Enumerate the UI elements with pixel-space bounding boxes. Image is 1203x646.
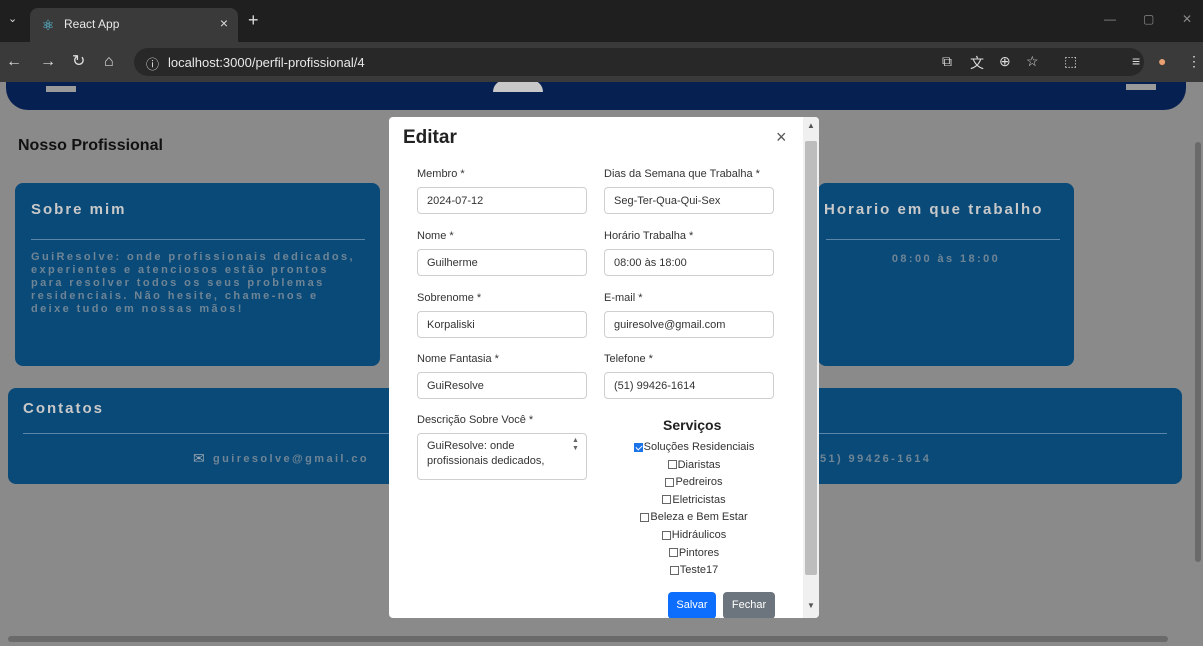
service-checkbox-item[interactable]: Hidráulicos — [661, 529, 727, 541]
close-icon[interactable]: × — [776, 127, 787, 148]
react-icon: ⚛ — [41, 17, 55, 33]
service-checkbox-item[interactable]: Soluções Residenciais — [633, 441, 755, 453]
services-title: Serviços — [663, 417, 722, 433]
contacts-title: Contatos — [23, 400, 104, 417]
reading-list-icon[interactable]: ≡ — [1132, 53, 1140, 69]
back-icon[interactable]: ← — [6, 53, 22, 71]
schedule-title: Horario em que trabalho — [824, 201, 1044, 218]
new-tab-icon[interactable]: + — [248, 10, 259, 31]
checkbox[interactable] — [665, 477, 675, 487]
page-scrollbar-horizontal[interactable] — [0, 632, 1203, 646]
scrollbar-thumb[interactable] — [805, 141, 817, 575]
telefone-field[interactable]: (51) 99426-1614 — [604, 372, 774, 399]
mail-icon: ✉ — [193, 450, 205, 466]
fantasia-label: Nome Fantasia * — [417, 353, 499, 365]
service-label: Pintores — [678, 546, 720, 559]
checkbox[interactable] — [662, 495, 672, 505]
save-button[interactable]: Salvar — [668, 592, 716, 618]
membro-label: Membro * — [417, 168, 465, 180]
horario-label: Horário Trabalha * — [604, 230, 694, 242]
descricao-textarea[interactable]: GuiResolve: onde profissionais dedicados… — [417, 433, 587, 480]
scroll-up-icon[interactable]: ▲ — [807, 121, 815, 130]
service-checkbox-item[interactable]: Pedreiros — [665, 476, 723, 489]
modal-title: Editar — [403, 127, 457, 148]
sobrenome-label: Sobrenome * — [417, 292, 482, 304]
checkbox[interactable] — [668, 548, 678, 558]
scroll-down-icon[interactable]: ▼ — [807, 601, 815, 610]
url-text[interactable]: localhost:3000/perfil-profissional/4 — [168, 55, 365, 70]
menu-icon — [1126, 84, 1156, 90]
divider — [31, 239, 365, 240]
restore-icon[interactable]: ▢ — [1143, 12, 1154, 26]
logo — [493, 82, 543, 92]
close-tab-icon[interactable]: × — [220, 15, 228, 31]
horario-field[interactable]: 08:00 às 18:00 — [604, 249, 774, 276]
checkbox[interactable] — [633, 442, 643, 452]
divider — [826, 239, 1060, 240]
email-field[interactable]: guiresolve@gmail.com — [604, 311, 774, 338]
minimize-icon[interactable]: — — [1104, 12, 1116, 26]
schedule-hours: 08:00 às 18:00 — [891, 253, 1001, 265]
modal-scrollbar[interactable]: ▲ ▼ — [803, 117, 819, 618]
fantasia-field[interactable]: GuiResolve — [417, 372, 587, 399]
page-header-banner — [6, 82, 1186, 110]
telefone-label: Telefone * — [604, 353, 653, 365]
checkbox[interactable] — [661, 530, 671, 540]
checkbox[interactable] — [640, 512, 650, 522]
schedule-card: Horario em que trabalho 08:00 às 18:00 — [818, 183, 1074, 366]
service-label: Eletricistas — [672, 493, 726, 506]
zoom-icon[interactable]: ⊕ — [999, 53, 1011, 70]
browser-tab[interactable]: ⚛ React App × — [30, 8, 238, 42]
address-bar[interactable]: ⓘ localhost:3000/perfil-profissional/4 — [134, 48, 1144, 76]
nome-label: Nome * — [417, 230, 454, 242]
browser-tabbar: ⌄ ⚛ React App × + — ▢ ✕ — [0, 0, 1203, 42]
descricao-label: Descrição Sobre Você * — [417, 414, 534, 426]
extensions-icon[interactable]: ⬚ — [1064, 53, 1077, 70]
email-label: E-mail * — [604, 292, 643, 304]
window-close-icon[interactable]: ✕ — [1182, 12, 1192, 26]
edit-modal: Editar × Membro * 2024-07-12 Dias da Sem… — [389, 117, 819, 618]
reload-icon[interactable]: ↻ — [72, 53, 85, 71]
site-info-icon[interactable]: ⓘ — [146, 54, 159, 73]
home-icon[interactable]: ⌂ — [104, 53, 114, 71]
service-checkbox-item[interactable]: Teste17 — [669, 564, 719, 577]
dias-field[interactable]: Seg-Ter-Qua-Qui-Sex — [604, 187, 774, 214]
about-text: GuiResolve: onde profissionais dedicados… — [31, 251, 355, 315]
checkbox[interactable] — [669, 565, 679, 575]
menu-icon[interactable]: ⋮ — [1187, 53, 1201, 70]
service-label: Diaristas — [677, 458, 721, 471]
tab-title: React App — [64, 17, 120, 31]
scrollbar-thumb[interactable] — [1195, 142, 1201, 562]
checkbox[interactable] — [667, 460, 677, 470]
service-label: Teste17 — [679, 564, 719, 577]
close-button[interactable]: Fechar — [723, 592, 775, 618]
page-scrollbar-vertical[interactable] — [1193, 82, 1203, 632]
membro-field[interactable]: 2024-07-12 — [417, 187, 587, 214]
dias-label: Dias da Semana que Trabalha * — [604, 168, 760, 180]
sobrenome-field[interactable]: Korpaliski — [417, 311, 587, 338]
tab-search-icon[interactable]: ⌄ — [8, 12, 17, 25]
page-title: Nosso Profissional — [18, 137, 163, 154]
service-checkbox-item[interactable]: Beleza e Bem Estar — [640, 511, 748, 524]
avatar[interactable]: ● — [1158, 53, 1166, 69]
bookmark-star-icon[interactable]: ☆ — [1026, 53, 1039, 70]
service-label: Beleza e Bem Estar — [650, 511, 748, 524]
contact-email[interactable]: guiresolve@gmail.co — [213, 453, 369, 466]
forward-icon[interactable]: → — [40, 53, 56, 71]
contact-phone[interactable]: 51) 99426-1614 — [820, 453, 931, 466]
about-title: Sobre mim — [31, 201, 127, 218]
service-label: Hidráulicos — [671, 529, 727, 541]
service-label: Soluções Residenciais — [643, 441, 755, 453]
service-checkbox-item[interactable]: Diaristas — [667, 458, 721, 471]
service-label: Pedreiros — [675, 476, 723, 489]
translate-icon[interactable]: 文 — [970, 53, 984, 73]
about-card: Sobre mim GuiResolve: onde profissionais… — [15, 183, 380, 366]
service-checkbox-item[interactable]: Eletricistas — [662, 493, 726, 506]
service-checkbox-item[interactable]: Pintores — [668, 546, 720, 559]
scrollbar-thumb[interactable] — [8, 636, 1168, 642]
install-icon[interactable]: ⧉ — [942, 53, 952, 70]
menu-icon — [46, 86, 76, 92]
nome-field[interactable]: Guilherme — [417, 249, 587, 276]
textarea-scroll-arrows-icon[interactable]: ▲ ▼ — [572, 437, 584, 453]
